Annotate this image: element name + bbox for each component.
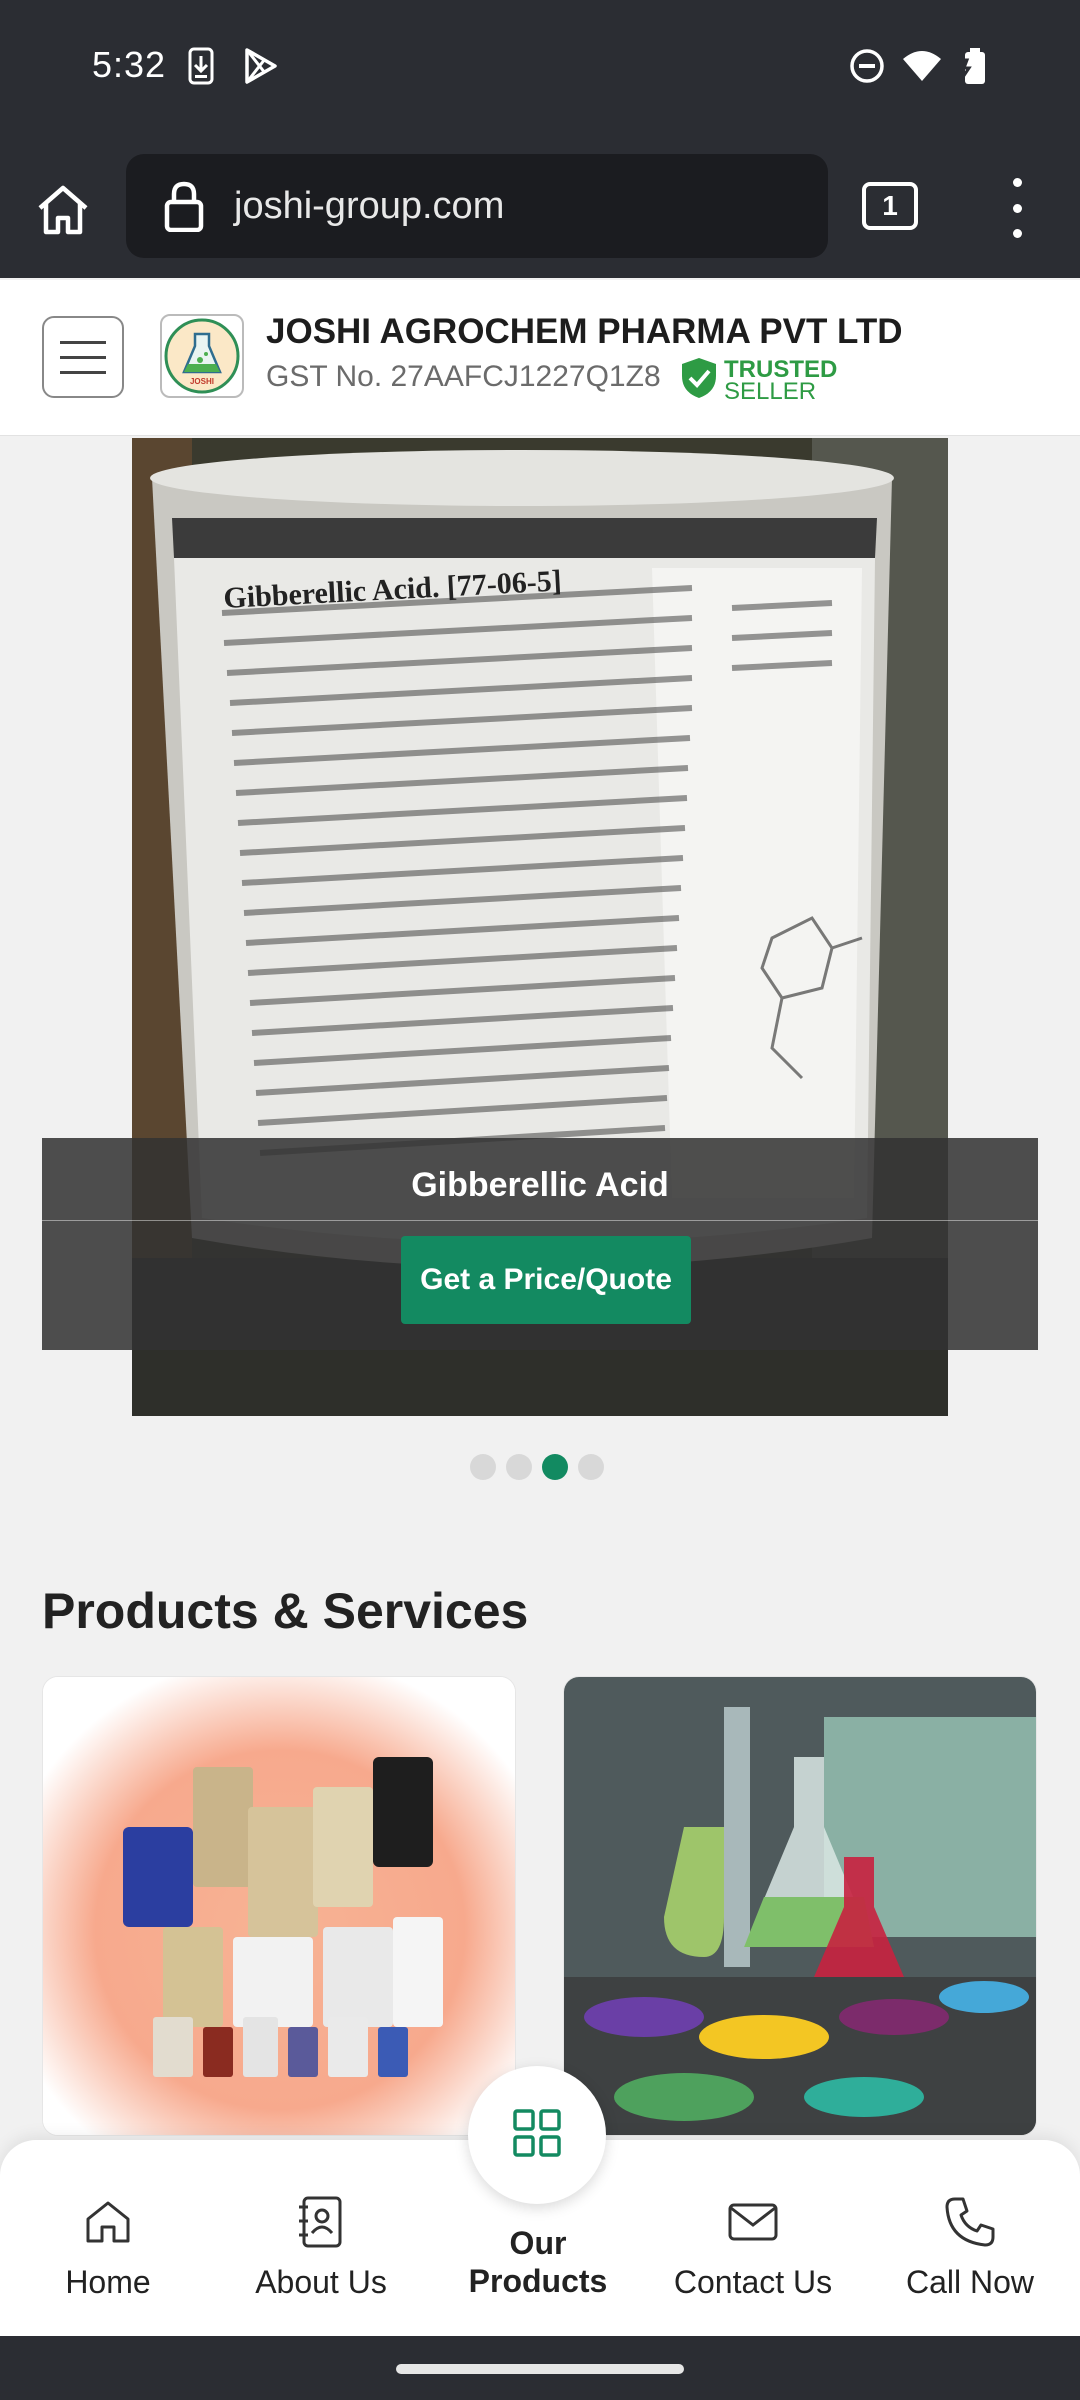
home-icon — [80, 2194, 136, 2250]
wifi-icon — [900, 46, 944, 86]
carousel-caption: Gibberellic Acid Get a Price/Quote — [42, 1138, 1038, 1350]
url-bar[interactable]: joshi-group.com — [126, 154, 828, 258]
product-card-chemicals[interactable] — [42, 1676, 516, 2136]
carousel-indicators — [470, 1454, 604, 1480]
nav-our-products-label[interactable]: Our Products — [440, 2224, 636, 2300]
nav-call-now[interactable]: Call Now — [862, 2140, 1078, 2336]
phone-icon — [942, 2194, 998, 2250]
lock-icon — [156, 178, 212, 234]
more-vert-icon[interactable] — [1000, 178, 1034, 238]
grid-icon — [511, 2107, 563, 2164]
do-not-disturb-icon — [848, 46, 886, 86]
nav-products-line2: Products — [468, 2263, 608, 2299]
browser-toolbar: joshi-group.com 1 — [0, 138, 1080, 278]
menu-icon[interactable] — [42, 316, 124, 398]
svg-text:JOSHI: JOSHI — [190, 377, 214, 386]
shield-check-icon — [680, 356, 718, 405]
carousel-dot-2[interactable] — [506, 1454, 532, 1480]
company-name: JOSHI AGROCHEM PHARMA PVT LTD — [266, 312, 903, 351]
get-quote-button[interactable]: Get a Price/Quote — [401, 1236, 691, 1324]
company-logo[interactable]: JOSHI — [160, 314, 244, 398]
site-header: JOSHI JOSHI AGROCHEM PHARMA PVT LTD GST … — [0, 280, 1080, 436]
seller-label: SELLER — [724, 377, 817, 405]
chemical-containers-image — [43, 1677, 515, 2135]
nav-about-us[interactable]: About Us — [213, 2140, 429, 2336]
product-card-dyes[interactable] — [563, 1676, 1037, 2136]
nav-contact-label: Contact Us — [673, 2264, 833, 2300]
mail-icon — [725, 2194, 781, 2250]
home-icon[interactable] — [28, 174, 98, 244]
lab-glassware-image — [564, 1677, 1036, 2135]
contact-book-icon — [293, 2194, 349, 2250]
system-gesture-bar — [0, 2336, 1080, 2400]
carousel-dot-4[interactable] — [578, 1454, 604, 1480]
nav-home[interactable]: Home — [0, 2140, 216, 2336]
gesture-handle[interactable] — [396, 2364, 684, 2374]
caption-divider — [42, 1220, 1038, 1221]
gst-number: GST No. 27AAFCJ1227Q1Z8 — [266, 360, 661, 393]
nav-products-line1: Our — [509, 2225, 567, 2261]
url-text: joshi-group.com — [234, 184, 505, 227]
nav-about-label: About Us — [255, 2264, 387, 2300]
section-title: Products & Services — [42, 1583, 529, 1639]
carousel-dot-1[interactable] — [470, 1454, 496, 1480]
carousel-dot-3-active[interactable] — [542, 1454, 568, 1480]
status-bar: 5:32 — [0, 0, 1080, 138]
trusted-seller-badge: TRUSTED SELLER — [680, 356, 837, 405]
nav-call-label: Call Now — [905, 2264, 1035, 2300]
our-products-button[interactable] — [468, 2066, 606, 2204]
status-time: 5:32 — [92, 44, 167, 85]
carousel-caption-title: Gibberellic Acid — [411, 1166, 669, 1204]
tabs-icon[interactable]: 1 — [862, 182, 918, 230]
play-store-icon — [242, 46, 280, 86]
battery-charging-icon — [956, 46, 992, 86]
nav-contact-us[interactable]: Contact Us — [645, 2140, 861, 2336]
download-icon — [186, 46, 216, 86]
nav-home-label: Home — [65, 2264, 151, 2300]
